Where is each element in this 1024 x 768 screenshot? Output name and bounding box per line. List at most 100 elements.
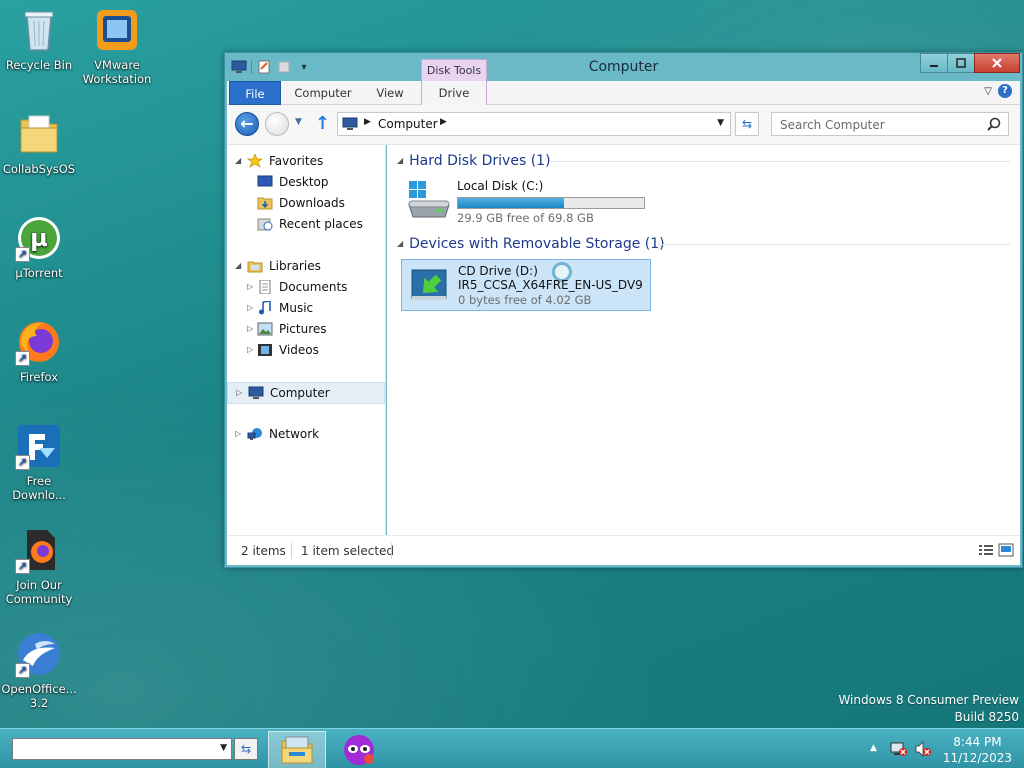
desktop-icon-free-download-manager[interactable]: ↗ Free Downlo... — [0, 422, 78, 502]
nav-computer[interactable]: ▷ Computer — [227, 382, 385, 404]
group-header-hard-disk-drives[interactable]: ◢ Hard Disk Drives (1) — [397, 153, 551, 169]
back-button[interactable]: ← — [235, 112, 259, 136]
volume-muted-icon[interactable] — [914, 741, 932, 760]
group-header-removable-storage[interactable]: ◢ Devices with Removable Storage (1) — [397, 236, 665, 252]
shortcut-arrow-icon: ↗ — [15, 247, 30, 262]
collapse-arrow-icon[interactable]: ◢ — [397, 239, 403, 248]
incognito-mask-icon — [344, 735, 374, 765]
nav-documents[interactable]: ▷ Documents — [227, 277, 385, 297]
computer-icon — [342, 117, 358, 131]
recent-locations-chevron-icon[interactable]: ▼ — [295, 117, 302, 127]
taskbar-incognito-app[interactable] — [330, 731, 388, 768]
expand-arrow-icon[interactable]: ▷ — [247, 319, 253, 339]
capacity-bar — [457, 197, 645, 209]
videos-icon — [257, 343, 273, 357]
shortcut-arrow-icon: ↗ — [15, 559, 30, 574]
address-toolbar-input[interactable]: ▼ — [12, 738, 232, 760]
address-history-chevron-down-icon[interactable]: ▼ — [717, 118, 724, 128]
svg-text:µ: µ — [30, 224, 48, 252]
search-icon[interactable] — [986, 116, 1002, 132]
window-controls — [920, 53, 1020, 73]
collapse-arrow-icon[interactable]: ◢ — [235, 256, 241, 276]
downloads-folder-icon — [257, 196, 273, 210]
desktop-icon-vmware[interactable]: VMware Workstation — [78, 6, 156, 86]
firefox-icon: ↗ — [15, 318, 63, 366]
folder-icon — [15, 110, 63, 158]
search-input[interactable]: Search Computer — [771, 112, 1009, 136]
minimize-button[interactable] — [920, 53, 948, 73]
shortcut-arrow-icon: ↗ — [15, 455, 30, 470]
nav-music[interactable]: ▷ Music — [227, 298, 385, 318]
expand-arrow-icon[interactable]: ▷ — [247, 298, 253, 318]
breadcrumb-chevron-icon[interactable]: ▶ — [364, 117, 371, 127]
ribbon-tab-bar: File Computer View Drive ▽ ? — [227, 81, 1020, 105]
title-bar[interactable]: ▾ Disk Tools Computer — [225, 53, 1022, 105]
expand-arrow-icon[interactable]: ▷ — [236, 383, 242, 403]
collapse-arrow-icon[interactable]: ◢ — [397, 156, 403, 165]
nav-downloads[interactable]: Downloads — [227, 193, 385, 213]
capacity-bar-fill — [458, 198, 565, 208]
nav-network[interactable]: ▷ Network — [227, 424, 385, 444]
free-download-manager-icon: ↗ — [15, 422, 63, 470]
desktop-icon-utorrent[interactable]: µ ↗ µTorrent — [0, 214, 78, 280]
nav-videos[interactable]: ▷ Videos — [227, 340, 385, 360]
tab-file[interactable]: File — [229, 81, 281, 105]
address-bar[interactable]: ▶ Computer ▶ ▼ — [337, 112, 731, 136]
chevron-down-icon[interactable]: ▼ — [220, 743, 227, 753]
help-icon[interactable]: ? — [998, 84, 1012, 98]
taskbar-file-explorer[interactable] — [268, 731, 326, 768]
status-selected-count: 1 item selected — [301, 544, 395, 558]
recycle-bin-icon — [15, 6, 63, 54]
file-explorer-icon — [281, 736, 313, 764]
breadcrumb-computer[interactable]: Computer — [378, 117, 438, 131]
taskbar-clock[interactable]: 8:44 PM 11/12/2023 — [943, 734, 1012, 766]
address-toolbar-go-button[interactable]: ⇆ — [234, 738, 258, 760]
refresh-icon: ⇆ — [240, 742, 252, 756]
details-view-icon[interactable] — [978, 543, 994, 557]
network-icon — [247, 427, 263, 441]
explorer-window[interactable]: ▾ Disk Tools Computer File Computer View… — [224, 52, 1023, 568]
recent-places-icon — [257, 217, 273, 231]
nav-pictures[interactable]: ▷ Pictures — [227, 319, 385, 339]
network-status-icon[interactable] — [890, 741, 908, 760]
music-icon — [257, 300, 273, 315]
forward-button[interactable] — [265, 112, 289, 136]
collapse-arrow-icon[interactable]: ◢ — [235, 151, 241, 171]
computer-icon — [248, 386, 264, 400]
arrow-up-icon: ↑ — [315, 113, 331, 134]
close-icon — [992, 58, 1002, 68]
documents-icon — [257, 279, 273, 295]
desktop-icon-recycle-bin[interactable]: Recycle Bin — [0, 6, 78, 72]
close-button[interactable] — [974, 53, 1020, 73]
large-icons-view-icon[interactable] — [998, 543, 1014, 557]
tab-computer[interactable]: Computer — [289, 81, 357, 105]
nav-libraries[interactable]: ◢ Libraries — [227, 256, 385, 276]
shortcut-arrow-icon: ↗ — [15, 351, 30, 366]
show-hidden-icons-chevron-up-icon[interactable]: ▲ — [870, 743, 877, 753]
maximize-button[interactable] — [947, 53, 975, 73]
tab-view[interactable]: View — [365, 81, 415, 105]
expand-arrow-icon[interactable]: ▷ — [247, 340, 253, 360]
desktop-icon-join-our-community[interactable]: ↗ Join Our Community — [0, 526, 78, 606]
minimize-icon — [930, 65, 938, 67]
up-one-level-button[interactable]: ↑ — [315, 113, 330, 134]
desktop-icon-openoffice[interactable]: ↗ OpenOffice... 3.2 — [0, 630, 78, 710]
drive-local-disk-c[interactable]: Local Disk (C:) 29.9 GB free of 69.8 GB — [401, 175, 651, 227]
nav-recent-places[interactable]: Recent places — [227, 214, 385, 234]
taskbar: ▼ ⇆ ▲ 8:44 PM 11/12/2023 — [0, 728, 1024, 768]
drive-cd-d[interactable]: CD Drive (D:) IR5_CCSA_X64FRE_EN-US_DV9 … — [401, 259, 651, 311]
navigation-bar: ← ▼ ↑ ▶ Computer ▶ ▼ ⇆ Search Computer — [227, 105, 1020, 145]
expand-ribbon-chevron-icon[interactable]: ▽ — [984, 86, 992, 97]
expand-arrow-icon[interactable]: ▷ — [235, 424, 241, 444]
nav-desktop[interactable]: Desktop — [227, 172, 385, 192]
nav-favorites[interactable]: ◢ Favorites — [227, 151, 385, 171]
windows-version-watermark: Windows 8 Consumer Preview Build 8250 — [838, 693, 1019, 724]
libraries-icon — [247, 259, 263, 273]
expand-arrow-icon[interactable]: ▷ — [247, 277, 253, 297]
tab-drive[interactable]: Drive — [421, 81, 487, 105]
desktop-icon-firefox[interactable]: ↗ Firefox — [0, 318, 78, 384]
breadcrumb-chevron-icon[interactable]: ▶ — [440, 117, 447, 127]
shortcut-arrow-icon: ↗ — [15, 663, 30, 678]
refresh-button[interactable]: ⇆ — [735, 112, 759, 136]
desktop-icon-collabsysos[interactable]: CollabSysOS — [0, 110, 78, 176]
